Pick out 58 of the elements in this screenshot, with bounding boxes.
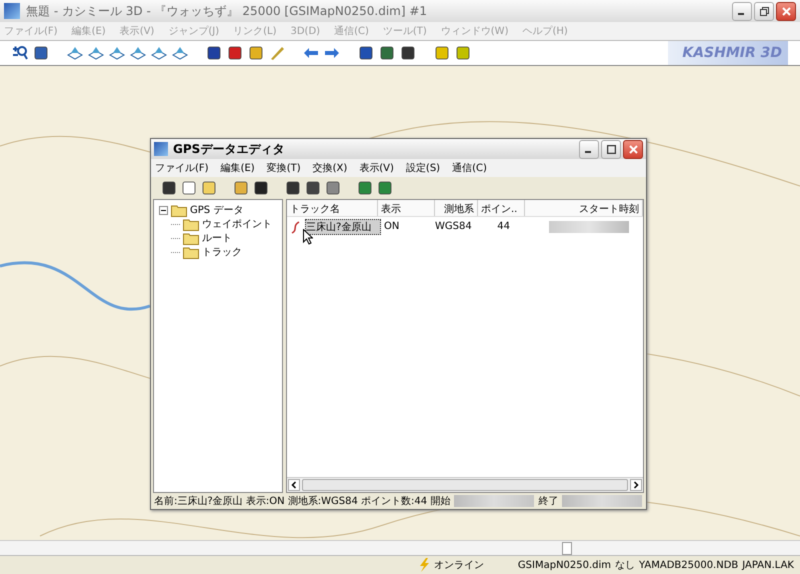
scroll-left-icon[interactable]: [288, 479, 300, 491]
track-icon: [290, 220, 302, 234]
layer-icon[interactable]: [88, 45, 104, 61]
app-icon: [154, 142, 168, 156]
minimize-button[interactable]: [732, 2, 752, 20]
scroll-right-icon[interactable]: [630, 479, 642, 491]
tree-item[interactable]: GPS データ: [190, 203, 244, 217]
minimize-button[interactable]: [579, 140, 599, 158]
table-cell: WGS84: [435, 221, 473, 232]
status-field: JAPAN.LAK: [742, 560, 794, 570]
right-arrow-icon[interactable]: [324, 45, 340, 61]
column-header[interactable]: トラック名: [287, 200, 378, 216]
horizontal-scrollbar[interactable]: [287, 477, 643, 492]
status-field: GSIMapN0250.dim: [518, 560, 612, 570]
layer-icon[interactable]: [67, 45, 83, 61]
menu-item[interactable]: 通信(C): [452, 161, 487, 175]
table-cell-text: 44: [496, 221, 510, 232]
layer-icon[interactable]: [151, 45, 167, 61]
layer-icon[interactable]: [172, 45, 188, 61]
collapse-icon[interactable]: [159, 206, 168, 214]
maximize-button[interactable]: [601, 140, 621, 158]
menu-item[interactable]: 編集(E): [220, 161, 255, 175]
close-button[interactable]: [623, 140, 643, 158]
menu-item[interactable]: 交換(X): [312, 161, 348, 175]
window-title: 無題 - カシミール 3D - 『ウォッちず』 25000 [GSIMapN0250.dim] #1: [26, 2, 428, 20]
menu-item[interactable]: 表示(V): [359, 161, 394, 175]
close-button[interactable]: [776, 2, 796, 20]
menu-item[interactable]: ファイル(F): [155, 161, 209, 175]
zoom-icon[interactable]: [12, 45, 28, 61]
menu-item[interactable]: 設定(S): [406, 161, 440, 175]
maximize-icon: [606, 144, 616, 154]
layer-icon[interactable]: [109, 45, 125, 61]
column-header[interactable]: 測地系: [435, 200, 478, 216]
menu-item[interactable]: 変換(T): [266, 161, 301, 175]
status-text: 終了: [538, 495, 558, 508]
column-header[interactable]: ポイン..: [478, 200, 525, 216]
close-icon: [782, 6, 790, 16]
status-text: 名前:三床山?金原山 表示:ON 測地系:WGS84 ポイント数:44 開始: [154, 494, 450, 508]
column-header[interactable]: 表示: [378, 200, 435, 216]
tree-item[interactable]: トラック: [202, 245, 242, 259]
lightning-icon: [418, 558, 430, 572]
tree-item[interactable]: ウェイポイント: [202, 217, 272, 231]
tree-item[interactable]: ルート: [202, 231, 232, 245]
track-name-cell[interactable]: 三床山?金原山: [305, 218, 381, 234]
cursor-icon: [303, 229, 313, 245]
restore-button[interactable]: [754, 2, 774, 20]
status-field: なし: [615, 558, 636, 572]
table-cell-text: ON: [384, 221, 400, 232]
app-icon: [4, 3, 20, 19]
status-field: オンライン: [434, 558, 484, 572]
close-icon: [628, 144, 638, 154]
column-header[interactable]: スタート時刻: [525, 200, 643, 216]
restore-icon: [760, 6, 768, 16]
app-logo: KASHMIR 3D: [668, 41, 788, 65]
dialog-title: GPSデータエディタ: [173, 140, 286, 158]
status-field: YAMADB25000.NDB: [639, 560, 738, 570]
horizontal-scrollbar[interactable]: [0, 540, 800, 555]
layer-icon[interactable]: [130, 45, 146, 61]
